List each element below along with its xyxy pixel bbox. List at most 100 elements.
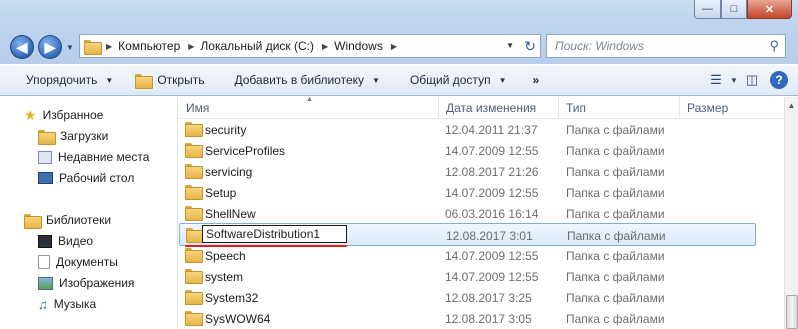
file-name: System32 bbox=[205, 290, 259, 305]
column-name[interactable]: Имя bbox=[179, 97, 439, 119]
file-date: 12.08.2017 3:01 bbox=[446, 228, 533, 243]
column-type-label: Тип bbox=[566, 101, 587, 115]
nav-label: Документы bbox=[56, 255, 118, 269]
add-to-library-menu[interactable]: Добавить в библиотеку ▼ bbox=[234, 65, 379, 95]
breadcrumb-arrow-icon[interactable]: ▶ bbox=[322, 42, 328, 51]
file-type: Папка с файлами bbox=[566, 164, 665, 179]
file-row[interactable]: ShellNew 06.03.2016 16:14 Папка с файлам… bbox=[179, 203, 756, 224]
column-header: ▲ Имя Дата изменения Тип Размер bbox=[179, 96, 784, 119]
nav-item-images[interactable]: Изображения bbox=[38, 273, 134, 293]
navigation-pane: ★ Избранное Загрузки Недавние места Рабо… bbox=[0, 97, 178, 329]
search-input[interactable]: Поиск: Windows ⚲ bbox=[546, 34, 786, 58]
nav-item-music[interactable]: ♫ Музыка bbox=[38, 294, 96, 314]
forward-button[interactable]: ▶ bbox=[38, 35, 62, 59]
share-menu[interactable]: Общий доступ ▼ bbox=[410, 65, 507, 95]
address-bar[interactable]: ▶ Компьютер ▶ Локальный диск (C:) ▶ Wind… bbox=[79, 34, 541, 58]
file-row[interactable]: SysWOW64 12.08.2017 3:05 Папка с файлами bbox=[179, 308, 756, 329]
recent-pages-dropdown-icon[interactable]: ▼ bbox=[66, 43, 74, 52]
column-size[interactable]: Размер bbox=[680, 97, 784, 119]
back-button[interactable]: ◀ bbox=[10, 35, 34, 59]
nav-item-video[interactable]: Видео bbox=[38, 231, 93, 251]
folder-icon bbox=[185, 290, 203, 305]
close-button[interactable]: ✕ bbox=[747, 0, 792, 19]
title-bar: — □ ✕ bbox=[0, 0, 798, 28]
file-name: Setup bbox=[205, 185, 237, 200]
nav-label: Библиотеки bbox=[46, 213, 112, 227]
breadcrumb-windows[interactable]: Windows bbox=[334, 39, 383, 53]
address-history-dropdown-icon[interactable]: ▼ bbox=[506, 41, 514, 50]
nav-item-favorites[interactable]: ★ Избранное bbox=[24, 105, 103, 125]
nav-label: Недавние места bbox=[58, 150, 150, 164]
rename-input[interactable]: SoftwareDistribution1 bbox=[202, 225, 347, 243]
preview-pane-icon[interactable]: ◫ bbox=[740, 70, 764, 90]
libraries-icon bbox=[24, 213, 42, 229]
scroll-up-icon[interactable]: ▲ bbox=[785, 97, 798, 113]
folder-icon bbox=[185, 185, 203, 200]
nav-item-libraries[interactable]: Библиотеки bbox=[24, 210, 111, 230]
refresh-icon[interactable]: ↻ bbox=[524, 38, 536, 55]
column-size-label: Размер bbox=[687, 101, 729, 115]
music-icon: ♫ bbox=[38, 296, 48, 312]
organize-label: Упорядочить bbox=[26, 73, 98, 87]
file-name: ServiceProfiles bbox=[205, 143, 286, 158]
breadcrumb-arrow-icon[interactable]: ▶ bbox=[106, 42, 112, 51]
folder-icon bbox=[185, 269, 203, 284]
folder-icon bbox=[185, 248, 203, 263]
chevron-down-icon: ▼ bbox=[105, 75, 114, 85]
folder-icon bbox=[185, 311, 203, 326]
file-row[interactable]: System32 12.08.2017 3:25 Папка с файлами bbox=[179, 287, 756, 308]
folder-icon bbox=[185, 206, 203, 221]
search-icon[interactable]: ⚲ bbox=[769, 38, 779, 54]
nav-item-downloads[interactable]: Загрузки bbox=[38, 126, 108, 146]
file-row[interactable]: Setup 14.07.2009 12:55 Папка с файлами bbox=[179, 182, 756, 203]
nav-label: Загрузки bbox=[60, 129, 109, 143]
more-commands-button[interactable]: » bbox=[532, 65, 539, 95]
nav-item-recent[interactable]: Недавние места bbox=[38, 147, 149, 167]
view-controls: ☰ ▼ ◫ ? bbox=[704, 65, 798, 95]
breadcrumb-local-disk[interactable]: Локальный диск (C:) bbox=[200, 39, 314, 53]
file-type: Папка с файлами bbox=[566, 122, 665, 137]
file-row[interactable]: security 12.04.2011 21:37 Папка с файлам… bbox=[179, 119, 756, 140]
open-button[interactable]: Открыть bbox=[135, 65, 204, 95]
recent-places-icon bbox=[38, 150, 52, 164]
breadcrumb-arrow-icon[interactable]: ▶ bbox=[188, 42, 194, 51]
view-options-icon[interactable]: ☰ bbox=[704, 70, 728, 90]
column-type[interactable]: Тип bbox=[559, 97, 680, 119]
file-date: 14.07.2009 12:55 bbox=[445, 143, 539, 158]
file-name: system bbox=[205, 269, 244, 284]
file-row[interactable]: servicing 12.08.2017 21:26 Папка с файла… bbox=[179, 161, 756, 182]
file-date: 12.08.2017 21:26 bbox=[445, 164, 539, 179]
chevron-down-icon: ▼ bbox=[372, 75, 380, 85]
rename-value: SoftwareDistribution1 bbox=[206, 227, 321, 241]
breadcrumb-computer[interactable]: Компьютер bbox=[118, 39, 180, 53]
open-label: Открыть bbox=[157, 73, 205, 87]
search-placeholder: Поиск: Windows bbox=[555, 39, 644, 53]
maximize-button[interactable]: □ bbox=[721, 0, 747, 19]
nav-item-documents[interactable]: Документы bbox=[38, 252, 118, 272]
organize-menu[interactable]: Упорядочить ▼ bbox=[26, 65, 113, 95]
breadcrumb-arrow-icon[interactable]: ▶ bbox=[391, 42, 397, 51]
file-row[interactable]: ServiceProfiles 14.07.2009 12:55 Папка с… bbox=[179, 140, 756, 161]
command-bar: Упорядочить ▼ Открыть Добавить в библиот… bbox=[0, 64, 798, 96]
help-icon[interactable]: ? bbox=[770, 71, 788, 89]
column-date[interactable]: Дата изменения bbox=[439, 97, 559, 119]
minimize-button[interactable]: — bbox=[694, 0, 721, 19]
file-type: Папка с файлами bbox=[566, 185, 665, 200]
nav-item-desktop[interactable]: Рабочий стол bbox=[38, 168, 134, 188]
vertical-scrollbar[interactable]: ▲ bbox=[784, 97, 798, 329]
chevron-down-icon[interactable]: ▼ bbox=[728, 70, 740, 90]
downloads-icon bbox=[38, 129, 56, 145]
file-row[interactable]: Speech 14.07.2009 12:55 Папка с файлами bbox=[179, 245, 756, 266]
open-folder-icon bbox=[135, 73, 154, 89]
file-row-selected[interactable]: SoftwareDistribution1 12.08.2017 3:01 Па… bbox=[179, 223, 756, 247]
nav-label: Видео bbox=[58, 234, 94, 248]
file-type: Папка с файлами bbox=[566, 311, 665, 326]
window-controls: — □ ✕ bbox=[694, 0, 792, 20]
file-row[interactable]: system 14.07.2009 12:55 Папка с файлами bbox=[179, 266, 756, 287]
file-date: 14.07.2009 12:55 bbox=[445, 269, 539, 284]
folder-icon bbox=[186, 228, 204, 243]
file-type: Папка с файлами bbox=[566, 206, 665, 221]
file-date: 12.08.2017 3:25 bbox=[445, 290, 532, 305]
scrollbar-thumb[interactable] bbox=[786, 295, 798, 329]
share-label: Общий доступ bbox=[409, 73, 491, 87]
